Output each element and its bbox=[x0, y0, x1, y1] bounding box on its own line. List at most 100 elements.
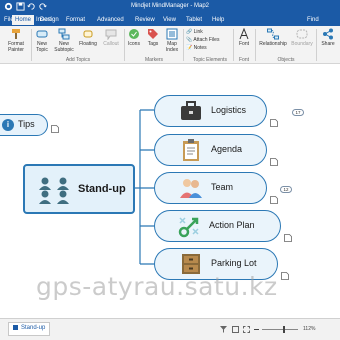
topic-count-badge: 12 bbox=[280, 186, 292, 193]
relationship-button[interactable]: Relationship bbox=[257, 28, 289, 47]
map-index-label: Map Index bbox=[165, 41, 179, 53]
tag-icon bbox=[147, 28, 159, 40]
filter-icon[interactable] bbox=[220, 326, 227, 333]
link-button[interactable]: 🔗 Link bbox=[186, 29, 203, 35]
tab-help[interactable]: Help bbox=[212, 17, 224, 23]
zoom-level: 112% bbox=[303, 326, 316, 332]
note-icon[interactable] bbox=[281, 272, 289, 280]
map-document-icon bbox=[13, 325, 18, 330]
clipboard-icon bbox=[179, 138, 203, 162]
document-tab[interactable]: Stand-up bbox=[8, 322, 51, 336]
ribbon-separator bbox=[255, 29, 256, 61]
zoom-slider[interactable] bbox=[262, 329, 298, 330]
floating-button[interactable]: Floating bbox=[77, 28, 99, 47]
icons-icon bbox=[128, 28, 140, 40]
topic-label: Parking Lot bbox=[211, 258, 257, 268]
topic-label: Logistics bbox=[211, 105, 247, 115]
menu-bar: File Home Insert Design Format Advanced … bbox=[0, 14, 340, 26]
ribbon-separator bbox=[316, 29, 317, 61]
brush-icon bbox=[10, 28, 22, 40]
central-topic[interactable]: Stand-up bbox=[23, 164, 135, 214]
map-index-button[interactable]: Map Index bbox=[163, 28, 181, 53]
tab-tablet[interactable]: Tablet bbox=[186, 17, 202, 23]
ribbon-separator bbox=[31, 29, 32, 61]
group-markers: Markers bbox=[144, 57, 164, 63]
topic-logistics[interactable]: Logistics bbox=[154, 95, 267, 127]
callout-icon bbox=[105, 28, 117, 40]
share-label: Share bbox=[321, 41, 335, 47]
zoom-out-icon[interactable] bbox=[253, 326, 260, 333]
icons-label: Icons bbox=[128, 41, 140, 47]
tips-label: Tips bbox=[18, 119, 35, 129]
topic-label: Action Plan bbox=[209, 220, 255, 230]
boundary-label: Boundary bbox=[291, 41, 313, 47]
icons-button[interactable]: Icons bbox=[126, 28, 142, 47]
tab-review[interactable]: Review bbox=[135, 17, 155, 23]
attach-files-label: Attach Files bbox=[193, 37, 220, 43]
floating-label: Floating bbox=[79, 41, 97, 47]
note-icon[interactable] bbox=[270, 158, 278, 166]
people-icon bbox=[179, 176, 203, 200]
new-topic-label: New Topic bbox=[36, 41, 48, 53]
tab-home[interactable]: Home bbox=[12, 15, 35, 25]
central-topic-label: Stand-up bbox=[78, 183, 126, 195]
note-icon[interactable] bbox=[270, 196, 278, 204]
ribbon-separator bbox=[124, 29, 125, 61]
notes-icon: 📝 bbox=[186, 45, 194, 51]
group-topic-elements: Topic Elements bbox=[193, 57, 227, 63]
format-painter-button[interactable]: Format Painter bbox=[3, 28, 29, 53]
new-topic-icon bbox=[36, 28, 48, 40]
topic-label: Team bbox=[211, 182, 234, 192]
notes-button[interactable]: 📝 Notes bbox=[186, 45, 207, 51]
callout-label: Callout bbox=[103, 41, 119, 47]
note-icon[interactable] bbox=[270, 119, 278, 127]
new-subtopic-button[interactable]: New Subtopic bbox=[51, 28, 77, 53]
group-font: Font bbox=[238, 57, 249, 63]
topic-count-badge: 17 bbox=[292, 109, 304, 116]
document-tab-label: Stand-up bbox=[21, 325, 46, 332]
relationship-label: Relationship bbox=[259, 41, 287, 47]
team-meeting-icon bbox=[36, 175, 72, 205]
topic-team[interactable]: Team bbox=[154, 172, 267, 204]
tab-view[interactable]: View bbox=[163, 17, 176, 23]
new-topic-button[interactable]: New Topic bbox=[33, 28, 51, 53]
new-subtopic-icon bbox=[58, 28, 70, 40]
group-add-topics: Add Topics bbox=[65, 57, 91, 63]
font-label: Font bbox=[238, 41, 249, 47]
tab-design[interactable]: Design bbox=[40, 17, 59, 23]
font-button[interactable]: Font bbox=[235, 28, 253, 47]
window-title: Mindjet MindManager - Map2 bbox=[130, 3, 210, 9]
map-index-icon bbox=[166, 28, 178, 40]
group-objects: Objects bbox=[277, 57, 295, 63]
tab-advanced[interactable]: Advanced bbox=[97, 17, 124, 23]
callout-button[interactable]: Callout bbox=[100, 28, 122, 47]
topic-action-plan[interactable]: Action Plan bbox=[154, 210, 281, 242]
attach-files-button[interactable]: 📎 Attach Files bbox=[186, 37, 219, 43]
relationship-icon bbox=[267, 28, 279, 40]
find-button[interactable]: Find bbox=[307, 17, 319, 23]
zoom-slider-thumb[interactable] bbox=[282, 326, 285, 333]
note-icon[interactable] bbox=[51, 125, 59, 133]
status-bar: Stand-up 112% bbox=[0, 318, 340, 340]
floating-topic-icon bbox=[82, 28, 94, 40]
ribbon-separator bbox=[233, 29, 234, 61]
boundary-button[interactable]: Boundary bbox=[289, 28, 315, 47]
tab-format[interactable]: Format bbox=[66, 17, 85, 23]
watermark: gps-atyrau.satu.kz bbox=[36, 272, 278, 301]
share-button[interactable]: Share bbox=[318, 28, 338, 47]
layout-icon[interactable] bbox=[232, 326, 239, 333]
share-icon bbox=[322, 28, 334, 40]
briefcase-icon bbox=[179, 99, 203, 123]
ribbon: Format Painter New Topic New Subtopic Fl… bbox=[0, 26, 340, 64]
tags-button[interactable]: Tags bbox=[144, 28, 162, 47]
link-label: Link bbox=[193, 29, 203, 35]
floating-topic-tips[interactable]: i Tips bbox=[0, 114, 48, 136]
fit-map-icon[interactable] bbox=[243, 326, 250, 333]
boundary-icon bbox=[296, 28, 308, 40]
tags-label: Tags bbox=[147, 41, 159, 47]
font-icon bbox=[238, 28, 250, 40]
note-icon[interactable] bbox=[284, 234, 292, 242]
topic-agenda[interactable]: Agenda bbox=[154, 134, 267, 166]
topic-label: Agenda bbox=[211, 144, 243, 154]
link-icon: 🔗 bbox=[186, 29, 194, 35]
